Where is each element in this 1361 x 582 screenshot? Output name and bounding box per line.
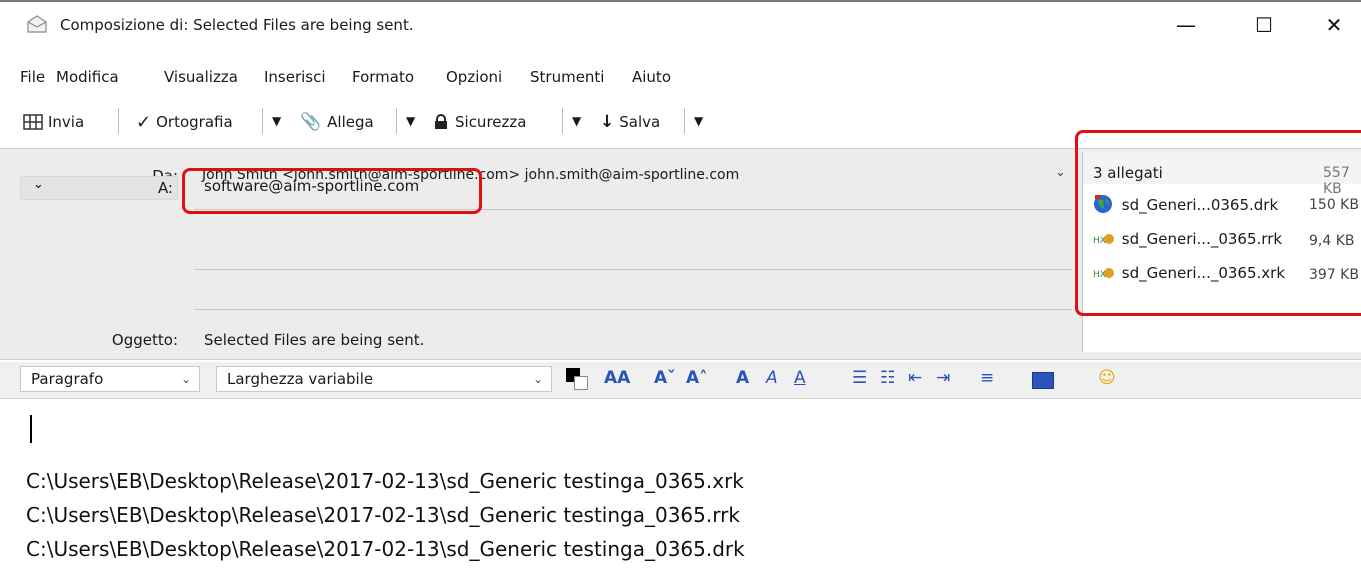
paperclip-icon: 📎: [300, 112, 322, 132]
subject-label: Oggetto:: [111, 331, 178, 349]
paragraph-select[interactable]: Paragrafo ⌄: [20, 366, 200, 392]
checkmark-icon: ✓: [136, 111, 152, 133]
numbered-list-icon[interactable]: ☷: [880, 368, 895, 388]
menu-modifica[interactable]: Modifica: [56, 68, 119, 86]
recipient-type-select[interactable]: ⌄ A:: [20, 176, 178, 200]
spelling-dropdown-icon[interactable]: ▼: [272, 114, 281, 128]
empty-recipient-row[interactable]: [194, 309, 1072, 310]
menu-bar: File Modifica Visualizza Inserisci Forma…: [0, 68, 1361, 92]
menu-aiuto[interactable]: Aiuto: [632, 68, 671, 86]
save-button[interactable]: ↓ Salva: [600, 110, 660, 134]
chevron-down-icon: ⌄: [33, 177, 44, 192]
menu-strumenti[interactable]: Strumenti: [530, 68, 604, 86]
toolbar-separator: [684, 108, 685, 134]
larger-font-icon[interactable]: A˄: [686, 368, 708, 388]
font-select[interactable]: Larghezza variabile ⌄: [216, 366, 552, 392]
smiley-icon[interactable]: ☺: [1098, 368, 1116, 388]
body-line: C:\Users\EB\Desktop\Release\2017-02-13\s…: [26, 469, 744, 493]
to-label: A:: [157, 179, 173, 197]
bullet-list-icon[interactable]: ☰: [852, 368, 867, 388]
send-label: Invia: [48, 113, 85, 131]
attach-dropdown-icon[interactable]: ▼: [406, 114, 415, 128]
toolbar-separator: [562, 108, 563, 134]
from-dropdown-icon[interactable]: ⌄: [1055, 165, 1066, 180]
spelling-button[interactable]: ✓ Ortografia: [136, 110, 233, 134]
indent-icon[interactable]: ⇥: [936, 368, 950, 388]
body-line: C:\Users\EB\Desktop\Release\2017-02-13\s…: [26, 537, 745, 561]
font-size-icon[interactable]: AA: [604, 368, 630, 388]
attach-button[interactable]: 📎 Allega: [300, 110, 374, 134]
body-line: C:\Users\EB\Desktop\Release\2017-02-13\s…: [26, 503, 740, 527]
toolbar-separator: [118, 108, 119, 134]
security-button[interactable]: Sicurezza: [432, 110, 526, 134]
save-label: Salva: [619, 113, 661, 131]
envelope-app-icon: [27, 15, 47, 33]
window-title: Composizione di: Selected Files are bein…: [60, 16, 414, 34]
toolbar-separator: [262, 108, 263, 134]
save-dropdown-icon[interactable]: ▼: [694, 114, 703, 128]
security-label: Sicurezza: [455, 113, 527, 131]
menu-visualizza[interactable]: Visualizza: [164, 68, 238, 86]
menu-inserisci[interactable]: Inserisci: [264, 68, 326, 86]
send-icon: [23, 114, 43, 130]
lock-icon: [435, 114, 447, 129]
menu-opzioni[interactable]: Opzioni: [446, 68, 502, 86]
background-color-icon[interactable]: [574, 376, 588, 390]
chevron-down-icon: ⌄: [180, 372, 191, 386]
menu-formato[interactable]: Formato: [352, 68, 414, 86]
attach-label: Allega: [327, 113, 374, 131]
bold-icon[interactable]: A: [736, 368, 749, 388]
message-body[interactable]: C:\Users\EB\Desktop\Release\2017-02-13\s…: [0, 399, 1361, 582]
maximize-button[interactable]: ☐: [1234, 8, 1294, 42]
subject-field[interactable]: Selected Files are being sent.: [204, 331, 424, 349]
smaller-font-icon[interactable]: Aˇ: [654, 368, 676, 388]
title-bar: Composizione di: Selected Files are bein…: [0, 4, 1361, 46]
menu-file[interactable]: File: [20, 68, 45, 86]
minimize-button[interactable]: —: [1156, 8, 1216, 42]
format-toolbar: Paragrafo ⌄ Larghezza variabile ⌄ AA Aˇ …: [0, 362, 1361, 399]
outdent-icon[interactable]: ⇤: [908, 368, 922, 388]
text-cursor: [30, 415, 32, 443]
font-value: Larghezza variabile: [227, 370, 374, 388]
underline-icon[interactable]: A: [794, 368, 806, 388]
compose-window: Composizione di: Selected Files are bein…: [0, 0, 1361, 582]
security-dropdown-icon[interactable]: ▼: [572, 114, 581, 128]
align-icon[interactable]: ≡: [980, 368, 994, 388]
chevron-down-icon: ⌄: [532, 372, 543, 386]
insert-image-icon[interactable]: [1032, 372, 1054, 389]
to-field-highlight: [182, 168, 482, 214]
attachments-highlight: [1075, 130, 1361, 316]
send-button[interactable]: Invia: [22, 110, 84, 134]
empty-recipient-row[interactable]: [194, 269, 1072, 270]
italic-icon[interactable]: A: [766, 368, 778, 388]
spelling-label: Ortografia: [156, 113, 233, 131]
toolbar-separator: [396, 108, 397, 134]
close-button[interactable]: ✕: [1304, 8, 1361, 42]
down-arrow-icon: ↓: [600, 112, 615, 132]
paragraph-value: Paragrafo: [31, 370, 104, 388]
